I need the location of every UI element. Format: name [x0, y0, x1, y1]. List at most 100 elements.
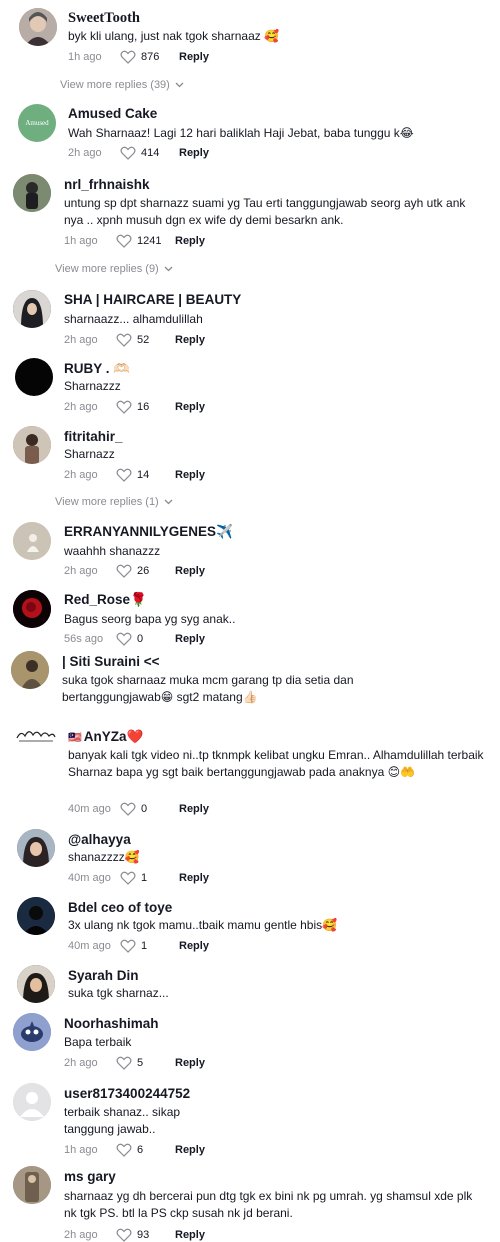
comment-text: byk kli ulang, just nak tgok sharnaaz 🥰 — [68, 29, 280, 43]
like-count: 876 — [141, 51, 160, 63]
reply-button[interactable]: Reply — [179, 803, 209, 815]
reply-button[interactable]: Reply — [175, 401, 205, 413]
avatar[interactable]: Amused — [18, 104, 56, 142]
like-count: 0 — [137, 633, 144, 645]
avatar[interactable] — [13, 1083, 51, 1121]
avatar[interactable] — [13, 426, 51, 464]
comment-text: Sharnazzz — [64, 379, 121, 393]
like-count: 1 — [141, 872, 148, 884]
username-label: AnYZa❤️ — [83, 729, 144, 744]
avatar[interactable] — [19, 8, 57, 46]
heart-icon[interactable] — [116, 1056, 132, 1070]
like-count: 14 — [137, 469, 150, 481]
heart-icon[interactable] — [120, 50, 136, 64]
comment-time: 40m ago — [68, 940, 111, 952]
avatar[interactable] — [13, 1166, 51, 1204]
comment-username[interactable]: fitritahir_ — [64, 429, 123, 445]
avatar[interactable] — [17, 829, 55, 867]
comment-meta: 2h ago 14 Reply — [64, 468, 205, 482]
like-count: 6 — [137, 1144, 144, 1156]
comment-meta: 2h ago 52 Reply — [64, 333, 205, 347]
comment-text: terbaik shanaz.. sikap tanggung jawab.. — [64, 1105, 181, 1136]
view-more-replies[interactable]: View more replies (1) — [55, 496, 173, 508]
comment-username[interactable]: Amused Cake — [68, 106, 157, 122]
comment-username[interactable]: ms gary — [64, 1169, 116, 1185]
like-count: 414 — [141, 147, 160, 159]
comment-username[interactable]: | Siti Suraini << — [62, 654, 160, 670]
reply-button[interactable]: Reply — [175, 633, 205, 645]
comment-time: 2h ago — [64, 565, 98, 577]
like-count: 5 — [137, 1057, 144, 1069]
reply-button[interactable]: Reply — [175, 565, 205, 577]
avatar[interactable] — [15, 724, 57, 746]
comment-username[interactable]: @alhayya — [68, 832, 131, 848]
heart-icon[interactable] — [116, 333, 132, 347]
comment-username[interactable]: RUBY . 🫶🏻 — [64, 361, 130, 377]
view-more-label: View more replies (1) — [55, 496, 159, 508]
avatar[interactable] — [15, 358, 53, 396]
reply-button[interactable]: Reply — [179, 147, 209, 159]
comment-username[interactable]: SweetTooth — [68, 10, 140, 26]
comment-time: 1h ago — [68, 51, 102, 63]
reply-button[interactable]: Reply — [175, 1057, 205, 1069]
comment-username[interactable]: Noorhashimah — [64, 1016, 159, 1032]
comment-username[interactable]: nrl_frhnaishk — [64, 177, 150, 193]
comment-time: 2h ago — [64, 334, 98, 346]
view-more-replies[interactable]: View more replies (9) — [55, 263, 173, 275]
comment-meta: 2h ago 414 Reply — [68, 146, 209, 160]
heart-icon[interactable] — [120, 802, 136, 816]
avatar[interactable] — [17, 965, 55, 1003]
avatar[interactable] — [13, 1013, 51, 1051]
reply-button[interactable]: Reply — [175, 469, 205, 481]
reply-button[interactable]: Reply — [175, 334, 205, 346]
comment-text: shanazzzz🥰 — [68, 850, 140, 864]
heart-icon[interactable] — [116, 1228, 132, 1242]
heart-icon[interactable] — [116, 564, 132, 578]
comment-meta: 2h ago 16 Reply — [64, 400, 205, 414]
comment-time: 56s ago — [64, 633, 104, 645]
chevron-down-icon — [164, 266, 173, 272]
comment-username[interactable]: Bdel ceo of toye — [68, 900, 172, 916]
avatar[interactable] — [13, 174, 51, 212]
comment-meta: 1h ago 876 Reply — [68, 50, 209, 64]
comment-time: 2h ago — [64, 1057, 98, 1069]
reply-button[interactable]: Reply — [175, 235, 205, 247]
comment-username[interactable]: ERRANYANNILYGENES✈️ — [64, 524, 233, 540]
comment-username[interactable]: Syarah Din — [68, 968, 139, 984]
reply-button[interactable]: Reply — [175, 1144, 205, 1156]
heart-icon[interactable] — [116, 632, 132, 646]
heart-icon[interactable] — [120, 871, 136, 885]
like-count: 52 — [137, 334, 150, 346]
reply-button[interactable]: Reply — [179, 51, 209, 63]
avatar[interactable] — [13, 522, 51, 560]
comment-meta: 40m ago 0 Reply — [68, 802, 209, 816]
comment-username[interactable]: user8173400244752 — [64, 1086, 190, 1102]
comment-username[interactable]: SHA | HAIRCARE | BEAUTY — [64, 292, 241, 308]
view-more-replies[interactable]: View more replies (39) — [60, 79, 184, 91]
heart-icon[interactable] — [116, 1143, 132, 1157]
comment-text: untung sp dpt sharnazz suami yg Tau erti… — [64, 196, 466, 227]
comment-username[interactable]: Red_Rose🌹 — [64, 592, 147, 608]
like-count: 26 — [137, 565, 150, 577]
comment-time: 2h ago — [64, 401, 98, 413]
reply-button[interactable]: Reply — [179, 872, 209, 884]
comment-text: sharnaazz... alhamdulillah — [64, 312, 203, 326]
chevron-down-icon — [164, 499, 173, 505]
avatar[interactable] — [13, 290, 51, 328]
heart-icon[interactable] — [120, 146, 136, 160]
comments-screen: { "comments": [ {"username": "SweetTooth… — [0, 0, 500, 1242]
reply-button[interactable]: Reply — [175, 1229, 205, 1241]
comment-text: Bagus seorg bapa yg syg anak.. — [64, 612, 236, 626]
heart-icon[interactable] — [116, 468, 132, 482]
reply-button[interactable]: Reply — [179, 940, 209, 952]
heart-icon[interactable] — [120, 939, 136, 953]
avatar[interactable] — [11, 651, 49, 689]
comment-time: 1h ago — [64, 235, 98, 247]
like-count: 0 — [141, 803, 148, 815]
heart-icon[interactable] — [116, 400, 132, 414]
heart-icon[interactable] — [116, 234, 132, 248]
avatar[interactable] — [13, 590, 51, 628]
comment-username[interactable]: 🇲🇾 AnYZa❤️ — [68, 729, 143, 746]
comment-time: 40m ago — [68, 872, 111, 884]
avatar[interactable] — [17, 897, 55, 935]
